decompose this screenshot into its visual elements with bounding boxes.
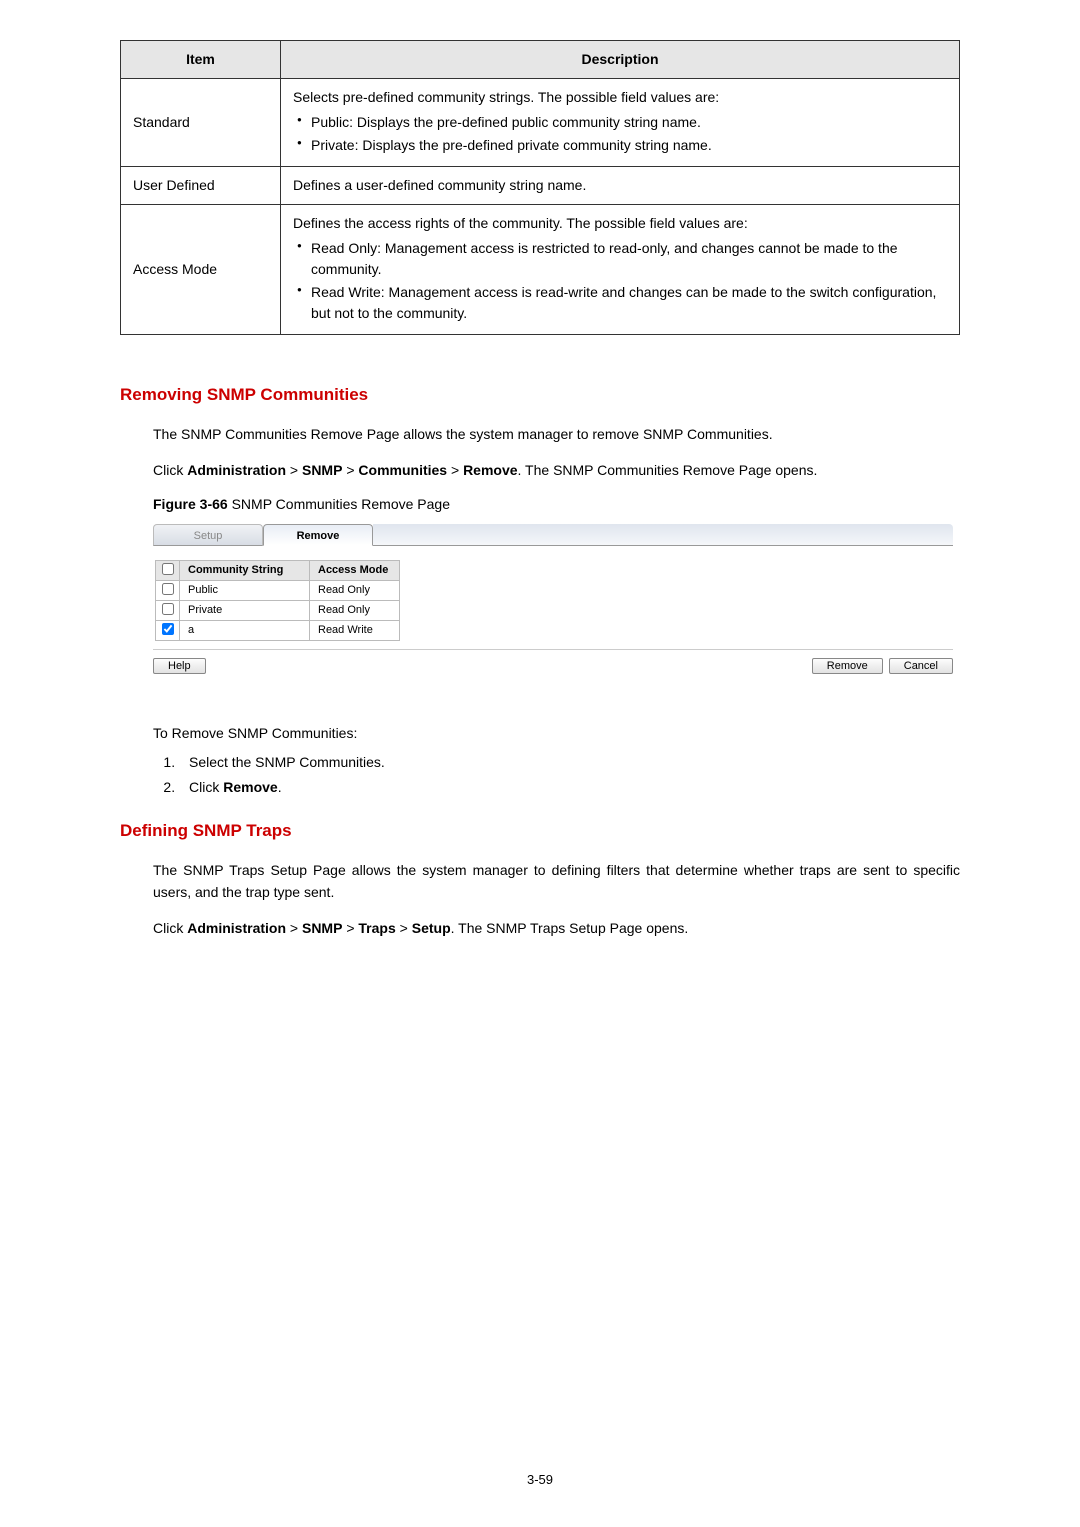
text: > <box>342 462 358 478</box>
help-button[interactable]: Help <box>153 658 206 674</box>
table-row: a Read Write <box>156 620 400 640</box>
cell-access-mode: Read Only <box>310 600 400 620</box>
tab-remove[interactable]: Remove <box>263 524 373 546</box>
figure-number: Figure 3-66 <box>153 496 228 512</box>
text: > <box>286 920 302 936</box>
cell-community-string: Public <box>180 580 310 600</box>
heading-defining-snmp-traps: Defining SNMP Traps <box>120 821 960 841</box>
col-header-description: Description <box>281 41 960 79</box>
cell-access-mode: Read Only <box>310 580 400 600</box>
figure-title: SNMP Communities Remove Page <box>228 496 450 512</box>
cancel-button[interactable]: Cancel <box>889 658 953 674</box>
bullet: Public: Displays the pre-defined public … <box>293 112 947 133</box>
cell-item: Standard <box>121 79 281 167</box>
table-row: Public Read Only <box>156 580 400 600</box>
cell-item: User Defined <box>121 167 281 205</box>
desc-intro: Selects pre-defined community strings. T… <box>293 89 719 105</box>
table-row: Access Mode Defines the access rights of… <box>121 205 960 335</box>
panel-footer: Help Remove Cancel <box>153 649 953 674</box>
tab-bar-spacer <box>373 524 953 546</box>
breadcrumb-part: Remove <box>463 462 517 478</box>
text: Click <box>189 779 223 795</box>
text: . The SNMP Communities Remove Page opens… <box>518 462 818 478</box>
row-checkbox[interactable] <box>162 583 174 595</box>
figure-caption: Figure 3-66 SNMP Communities Remove Page <box>153 496 960 512</box>
bold: Remove <box>223 779 277 795</box>
select-all-checkbox[interactable] <box>162 563 174 575</box>
cell-community-string: Private <box>180 600 310 620</box>
col-header-community-string: Community String <box>180 560 310 580</box>
table-row: Standard Selects pre-defined community s… <box>121 79 960 167</box>
col-header-access-mode: Access Mode <box>310 560 400 580</box>
table-row: User Defined Defines a user-defined comm… <box>121 167 960 205</box>
text: . <box>278 779 282 795</box>
paragraph: The SNMP Communities Remove Page allows … <box>153 423 960 445</box>
breadcrumb-part: SNMP <box>302 920 342 936</box>
step: Select the SNMP Communities. <box>179 750 960 775</box>
text: > <box>342 920 358 936</box>
text: > <box>286 462 302 478</box>
paragraph: The SNMP Traps Setup Page allows the sys… <box>153 859 960 904</box>
text: > <box>447 462 463 478</box>
heading-removing-snmp-communities: Removing SNMP Communities <box>120 385 960 405</box>
bullet: Read Only: Management access is restrict… <box>293 238 947 280</box>
tab-setup[interactable]: Setup <box>153 524 263 546</box>
breadcrumb-part: SNMP <box>302 462 342 478</box>
bullet: Read Write: Management access is read-wr… <box>293 282 947 324</box>
paragraph: Click Administration > SNMP > Traps > Se… <box>153 917 960 939</box>
breadcrumb-part: Traps <box>358 920 395 936</box>
cell-community-string: a <box>180 620 310 640</box>
remove-button[interactable]: Remove <box>812 658 883 674</box>
cell-desc: Selects pre-defined community strings. T… <box>281 79 960 167</box>
bullet: Private: Displays the pre-defined privat… <box>293 135 947 156</box>
text: Click <box>153 462 187 478</box>
breadcrumb-part: Setup <box>412 920 451 936</box>
snmp-communities-remove-panel: Setup Remove Community String Access Mod… <box>153 524 953 682</box>
text: . The SNMP Traps Setup Page opens. <box>451 920 689 936</box>
item-description-table: Item Description Standard Selects pre-de… <box>120 40 960 335</box>
cell-desc: Defines a user-defined community string … <box>281 167 960 205</box>
desc-intro: Defines the access rights of the communi… <box>293 215 748 231</box>
breadcrumb-part: Communities <box>358 462 447 478</box>
cell-desc: Defines the access rights of the communi… <box>281 205 960 335</box>
text: > <box>396 920 412 936</box>
page-number: 3-59 <box>0 1472 1080 1487</box>
breadcrumb-part: Administration <box>187 462 286 478</box>
tab-bar: Setup Remove <box>153 524 953 546</box>
col-header-item: Item <box>121 41 281 79</box>
step: Click Remove. <box>179 775 960 800</box>
row-checkbox[interactable] <box>162 623 174 635</box>
row-checkbox[interactable] <box>162 603 174 615</box>
cell-access-mode: Read Write <box>310 620 400 640</box>
paragraph: To Remove SNMP Communities: <box>153 722 960 744</box>
paragraph: Click Administration > SNMP > Communitie… <box>153 459 960 481</box>
table-row: Private Read Only <box>156 600 400 620</box>
col-header-select-all[interactable] <box>156 560 180 580</box>
text: Click <box>153 920 187 936</box>
breadcrumb-part: Administration <box>187 920 286 936</box>
cell-item: Access Mode <box>121 205 281 335</box>
steps-list: Select the SNMP Communities. Click Remov… <box>153 750 960 800</box>
communities-table: Community String Access Mode Public Read… <box>155 560 400 641</box>
